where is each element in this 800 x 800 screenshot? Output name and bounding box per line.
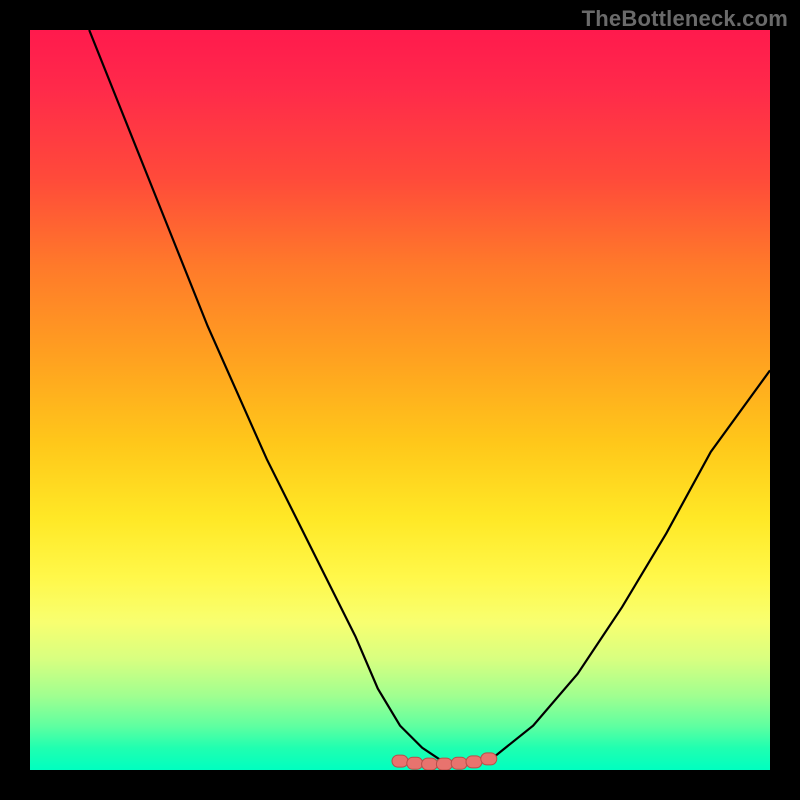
chart-frame: TheBottleneck.com (0, 0, 800, 800)
watermark-text: TheBottleneck.com (582, 6, 788, 32)
plot-background-gradient (30, 30, 770, 770)
